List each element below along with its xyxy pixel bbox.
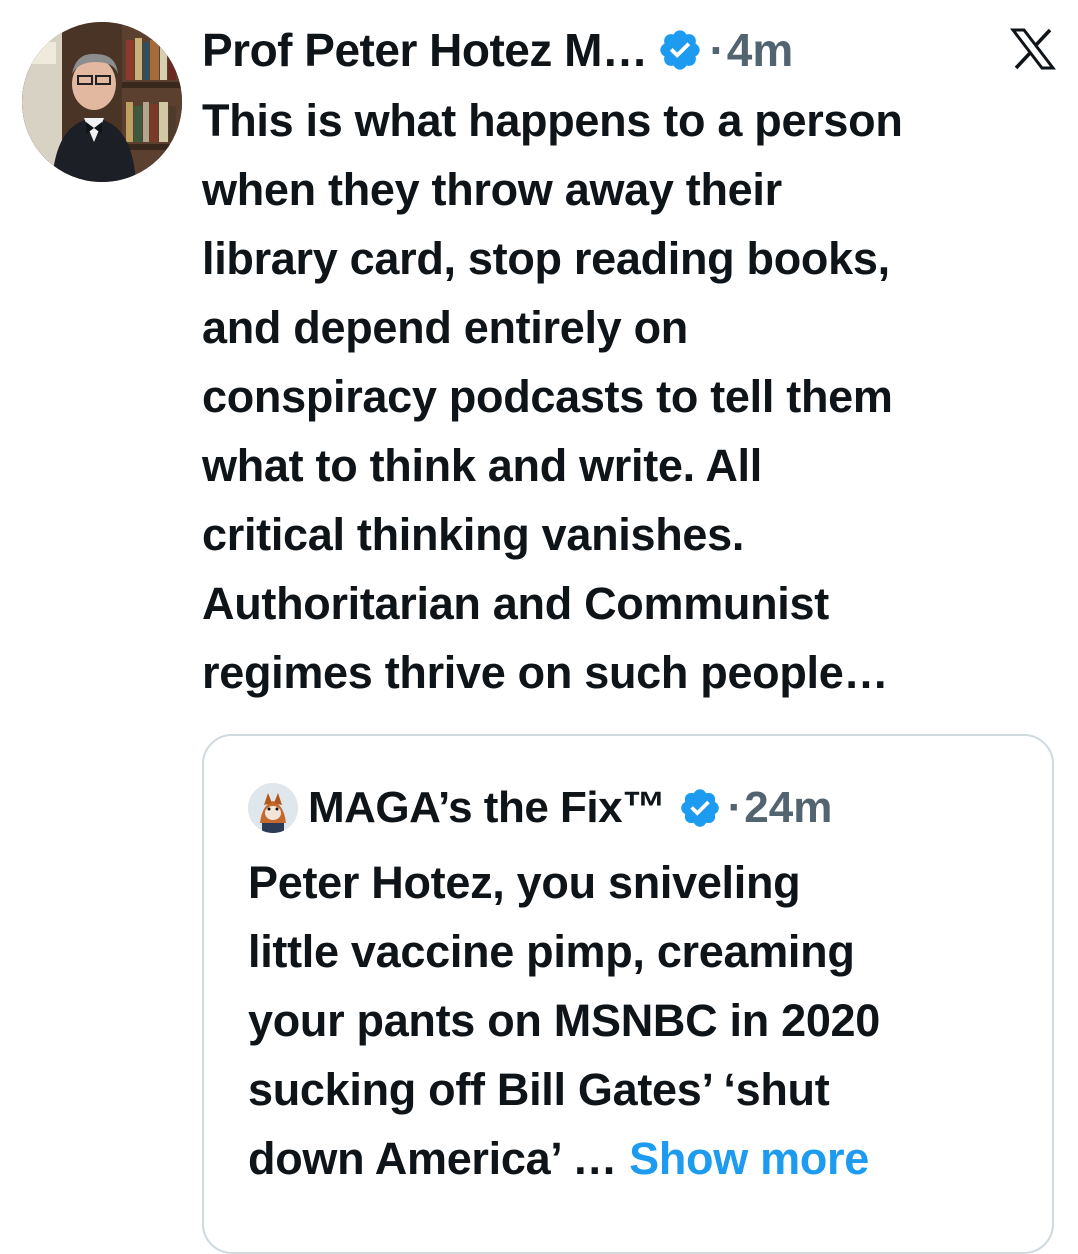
author-name[interactable]: Prof Peter Hotez M… <box>202 23 648 77</box>
tweet-text: This is what happens to a person when th… <box>202 95 903 698</box>
verified-badge-icon <box>657 27 703 73</box>
verified-badge-icon <box>678 786 722 830</box>
show-more-link[interactable]: Show more <box>629 1133 869 1184</box>
x-logo-icon[interactable] <box>1009 28 1057 70</box>
quoted-tweet-timestamp[interactable]: 24m <box>744 783 832 833</box>
quoted-author-avatar[interactable] <box>248 783 298 833</box>
quoted-author-name[interactable]: MAGA’s the Fix™ <box>308 783 666 833</box>
tweet[interactable]: Prof Peter Hotez M… · 4m This is what ha… <box>0 0 1078 1254</box>
time-separator: · <box>709 24 725 76</box>
quoted-time-separator: · <box>727 783 743 832</box>
quoted-tweet-header: MAGA’s the Fix™ · 24m <box>248 780 832 836</box>
tweet-header: Prof Peter Hotez M… · 4m <box>202 20 793 80</box>
truncation-ellipsis: … <box>572 1133 617 1184</box>
quoted-tweet-card[interactable]: MAGA’s the Fix™ · 24m Peter Hotez, you s… <box>202 734 1054 1254</box>
tweet-timestamp[interactable]: 4m <box>727 23 793 77</box>
quoted-tweet-text-container: Peter Hotez, you sniveling little vaccin… <box>248 848 1038 1193</box>
author-avatar[interactable] <box>22 22 182 182</box>
